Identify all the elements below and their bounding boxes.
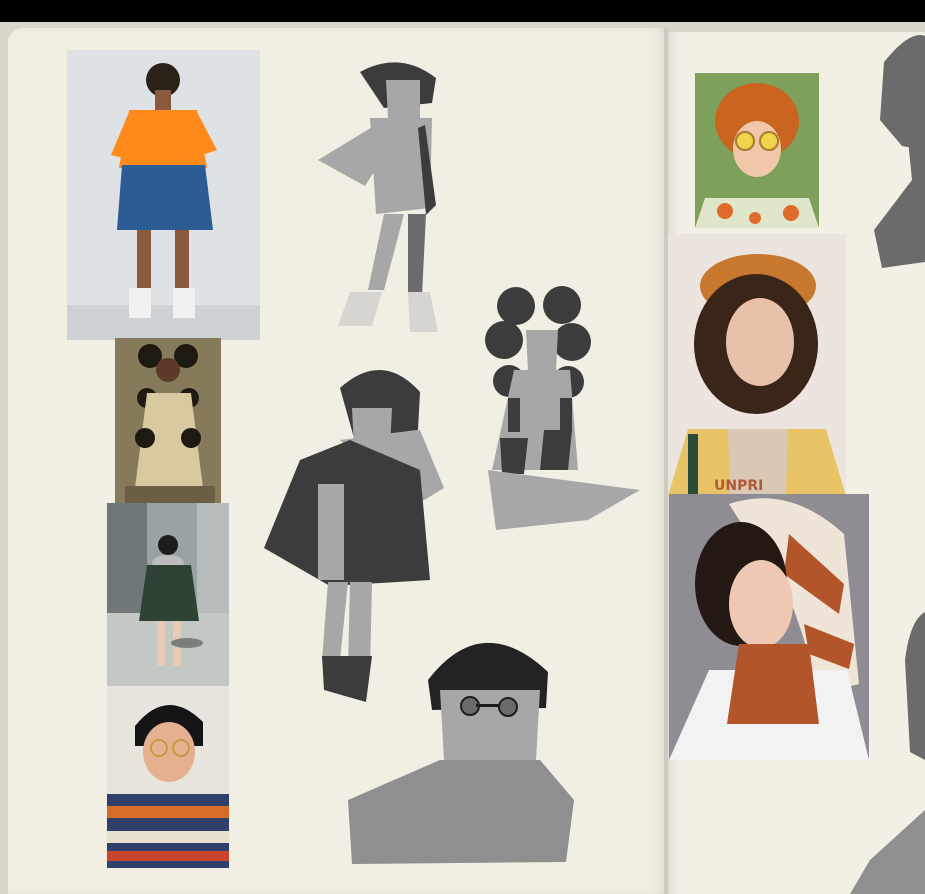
photo-orange-turtleneck <box>67 50 260 340</box>
top-bar <box>0 0 925 22</box>
photo-street-coat <box>107 503 229 687</box>
photo-curly-glasses-green <box>695 73 819 228</box>
photo-knit-hat-jacket: UNPRI <box>668 234 846 496</box>
photo-headscarf <box>669 494 869 760</box>
photo-puff-hair-dress <box>115 338 221 504</box>
photo-glasses-sweater <box>107 686 229 868</box>
jacket-print-text: UNPRI <box>714 478 763 494</box>
